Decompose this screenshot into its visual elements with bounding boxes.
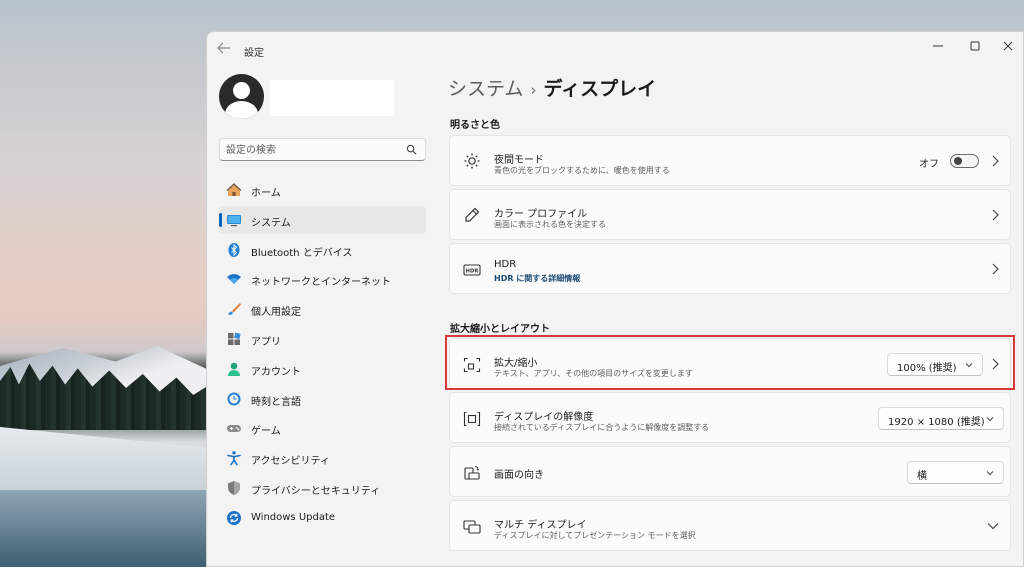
shield-icon [228,480,240,495]
time-language-icon [227,392,241,406]
night-light-card[interactable]: 夜間モード 青色の光をブロックするために、暖色を使用する オフ [449,135,1011,186]
close-icon[interactable] [993,38,1023,58]
system-display-icon [227,214,241,226]
scale-title: 拡大/縮小 [494,358,538,369]
resolution-icon [463,411,481,427]
profile-name-redacted [270,80,394,116]
hdr-card[interactable]: HDR HDR HDR に関する詳細情報 [449,243,1011,294]
sidebar-item-network[interactable]: ネットワークとインターネット [219,265,426,293]
bluetooth-icon [228,242,240,257]
breadcrumb: システム › ディスプレイ [448,74,656,101]
night-light-title: 夜間モード [494,155,544,166]
sidebar-item-accessibility[interactable]: アクセシビリティ [219,444,426,472]
search-icon [406,144,417,155]
orientation-card[interactable]: 画面の向き 横 [449,446,1011,497]
hdr-title: HDR [494,259,517,270]
sidebar-item-personalization[interactable]: 個人用設定 [219,295,426,323]
scale-dropdown-value: 100% (推奨) [897,363,957,374]
svg-text:HDR: HDR [466,268,479,274]
multi-display-subtitle: ディスプレイに対してプレゼンテーション モードを選択 [494,531,696,540]
multi-display-card[interactable]: マルチ ディスプレイ ディスプレイに対してプレゼンテーション モードを選択 [449,500,1011,551]
section-title-scale-layout: 拡大縮小とレイアウト [450,324,550,335]
hdr-info-link[interactable]: HDR に関する詳細情報 [494,273,580,284]
settings-window: 設定 ホーム システム Bluetooth とデバイス [206,31,1024,567]
sidebar-item-home[interactable]: ホーム [219,176,426,204]
windows-update-icon [227,510,241,525]
bg-snow [0,427,210,490]
apps-icon [228,332,241,345]
chevron-down-icon [986,417,994,422]
gamepad-icon [227,425,241,433]
night-light-subtitle: 青色の光をブロックするために、暖色を使用する [494,166,670,175]
chevron-right-icon [992,209,999,221]
back-arrow-icon[interactable] [217,42,233,56]
chevron-right-icon [992,155,999,167]
search-input[interactable] [226,142,401,158]
minimize-icon[interactable] [923,38,953,58]
maximize-icon[interactable] [960,38,990,58]
chevron-down-icon[interactable] [987,522,999,530]
multi-display-icon [463,520,481,534]
color-profile-subtitle: 画面に表示される色を決定する [494,220,606,229]
scale-card[interactable]: 拡大/縮小 テキスト、アプリ、その他の項目のサイズを変更します 100% (推奨… [449,338,1011,389]
sidebar-item-accounts[interactable]: アカウント [219,355,426,383]
breadcrumb-separator: › [530,81,537,99]
bg-water [0,490,210,567]
sidebar-item-apps[interactable]: アプリ [219,325,426,353]
scale-icon [463,357,481,373]
sidebar-nav: ホーム システム Bluetooth とデバイス ネットワークとインターネット … [219,176,426,534]
hdr-icon: HDR [463,264,481,276]
sidebar-item-bluetooth[interactable]: Bluetooth とデバイス [219,236,426,264]
title-bar: 設定 [207,32,1023,66]
brush-icon [228,303,241,316]
resolution-card[interactable]: ディスプレイの解像度 接続されているディスプレイに合うように解像度を調整する 1… [449,392,1011,443]
eyedropper-icon [465,207,480,222]
chevron-down-icon [986,471,994,476]
section-title-brightness-color: 明るさと色 [450,120,500,131]
orientation-icon [464,466,480,480]
color-profile-title: カラー プロファイル [494,209,588,220]
avatar[interactable] [219,74,264,119]
sidebar-item-privacy-security[interactable]: プライバシーとセキュリティ [219,474,426,502]
page-title: ディスプレイ [543,78,657,100]
multi-display-title: マルチ ディスプレイ [494,520,587,531]
orientation-dropdown-value: 横 [917,471,927,482]
night-light-toggle[interactable] [950,154,979,168]
sidebar-item-windows-update[interactable]: Windows Update [219,504,426,532]
app-title: 設定 [244,48,264,59]
sidebar-item-gaming[interactable]: ゲーム [219,414,426,442]
orientation-dropdown[interactable]: 横 [907,461,1004,484]
sidebar-item-system[interactable]: システム [219,205,426,234]
color-profile-card[interactable]: カラー プロファイル 画面に表示される色を決定する [449,189,1011,240]
breadcrumb-parent[interactable]: システム [448,78,523,100]
chevron-down-icon [965,363,973,368]
account-icon [228,362,240,376]
brightness-sun-icon [464,153,480,169]
night-light-toggle-label: オフ [919,159,939,170]
resolution-title: ディスプレイの解像度 [494,412,594,423]
wifi-icon [227,274,241,285]
search-box[interactable] [219,138,426,161]
resolution-subtitle: 接続されているディスプレイに合うように解像度を調整する [494,423,710,432]
sidebar-item-time-language[interactable]: 時刻と言語 [219,385,426,413]
resolution-dropdown[interactable]: 1920 × 1080 (推奨) [878,407,1004,430]
scale-dropdown[interactable]: 100% (推奨) [887,353,983,376]
accessibility-icon [227,451,241,466]
scale-subtitle: テキスト、アプリ、その他の項目のサイズを変更します [494,369,693,378]
orientation-title: 画面の向き [494,470,544,481]
home-icon [226,183,242,196]
resolution-dropdown-value: 1920 × 1080 (推奨) [888,417,985,428]
chevron-right-icon [992,358,999,370]
chevron-right-icon [992,263,999,275]
